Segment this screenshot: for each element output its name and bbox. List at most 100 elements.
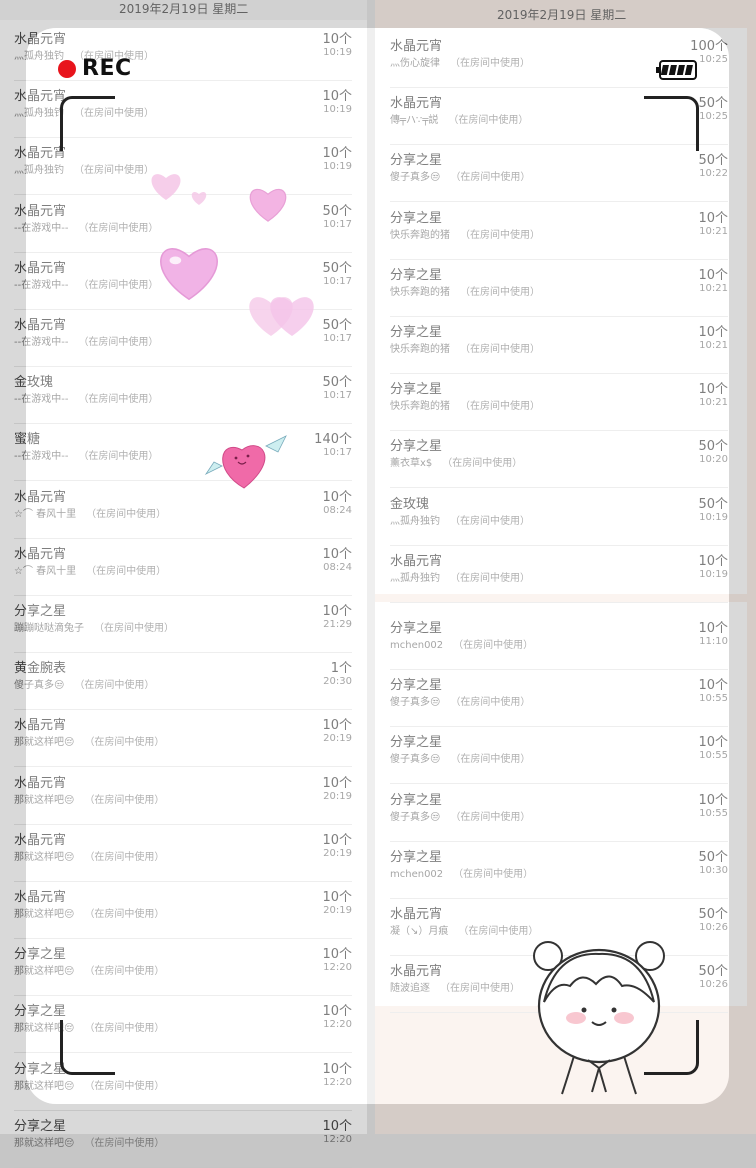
- list-item[interactable]: 分享之星 那就这样吧😔 （在房间中使用） 10个 12:20: [14, 939, 352, 997]
- gift-name: 水晶元宵: [14, 546, 67, 562]
- sender-name: 傻子真多😒: [390, 697, 441, 709]
- sender-name: 灬伤心旋律: [390, 58, 440, 69]
- list-item[interactable]: 分享之星 快乐奔跑的猪 （在房间中使用） 10个 10:21: [390, 317, 728, 374]
- gift-time: 10:26: [699, 922, 728, 933]
- list-item[interactable]: 分享之星 蹦蹦哒哒滴兔子 （在房间中使用） 10个 21:29: [14, 596, 352, 653]
- gift-amount: 100个: [690, 39, 728, 54]
- gift-time: 10:25: [699, 54, 728, 65]
- sender-name: --在游戏中--: [14, 451, 69, 463]
- heart-sticker-icon: [249, 188, 287, 222]
- gift-amount: 50个: [322, 260, 352, 276]
- usage-note: （在房间中使用）: [78, 279, 159, 291]
- gift-amount: 10个: [698, 267, 728, 283]
- sender-info: 那就这样吧😔 （在房间中使用）: [14, 848, 164, 863]
- list-item[interactable]: 水晶元宵 那就这样吧😔 （在房间中使用） 10个 20:19: [14, 768, 352, 825]
- sender-name: 那就这样吧😔: [14, 1137, 75, 1149]
- sender-name: --在游戏中--: [14, 337, 69, 348]
- list-item[interactable]: 分享之星 那就这样吧😔 （在房间中使用） 10个 12:20: [14, 1111, 352, 1168]
- list-item[interactable]: 黄金腕表 傻子真多😒 （在房间中使用） 1个 20:30: [14, 653, 352, 711]
- winged-heart-icon: [204, 435, 287, 489]
- battery-icon: [656, 60, 697, 80]
- sender-name: --在游戏中--: [14, 279, 69, 291]
- gift-time: 20:19: [323, 905, 352, 916]
- list-item[interactable]: 分享之星 mchen002 （在房间中使用） 10个 11:10: [390, 613, 728, 670]
- gift-time: 10:17: [323, 447, 352, 459]
- usage-note: （在房间中使用）: [460, 286, 540, 298]
- usage-note: （在房间中使用）: [78, 394, 159, 406]
- gift-name: 分享之星: [14, 1004, 67, 1020]
- sender-name: 那就这样吧😔: [14, 966, 75, 978]
- left-date-header: 2019年2月19日 星期二: [119, 2, 249, 16]
- sender-info: 傻子真多😒 （在房间中使用）: [390, 168, 530, 183]
- gift-name: 水晶元宵: [14, 89, 67, 105]
- sender-info: 那就这样吧😔 （在房间中使用）: [14, 733, 164, 748]
- list-item[interactable]: 分享之星 快乐奔跑的猪 （在房间中使用） 10个 10:21: [390, 203, 728, 260]
- usage-note: （在房间中使用）: [74, 680, 155, 692]
- sender-name: --在游戏中--: [14, 394, 69, 406]
- girl-sticker-icon: [533, 941, 665, 1095]
- gift-name: 分享之星: [390, 439, 443, 455]
- usage-note: （在房间中使用）: [440, 983, 520, 995]
- sender-name: 那就这样吧😔: [14, 794, 75, 806]
- gift-amount: 10个: [322, 1004, 352, 1020]
- list-item[interactable]: 水晶元宵 那就这样吧😔 （在房间中使用） 10个 20:19: [14, 710, 352, 768]
- gift-amount: 50个: [322, 375, 352, 391]
- gift-amount: 10个: [322, 604, 352, 619]
- record-dot-icon: [58, 59, 76, 78]
- sender-info: 灬孤舟独钓 （在房间中使用）: [390, 569, 530, 584]
- usage-note: （在房间中使用）: [442, 458, 523, 470]
- heart-sticker-icon: [191, 192, 207, 205]
- list-item[interactable]: 水晶元宵 那就这样吧😔 （在房间中使用） 10个 20:19: [14, 882, 352, 939]
- list-item[interactable]: 分享之星 快乐奔跑的猪 （在房间中使用） 10个 10:21: [390, 260, 728, 317]
- list-item[interactable]: 金玫瑰 --在游戏中-- （在房间中使用） 50个 10:17: [14, 367, 352, 425]
- list-item[interactable]: 分享之星 薰衣草x$ （在房间中使用） 50个 10:20: [390, 431, 728, 489]
- usage-note: （在房间中使用）: [453, 640, 534, 651]
- list-item[interactable]: 分享之星 快乐奔跑的猪 （在房间中使用） 10个 10:21: [390, 374, 728, 432]
- gift-amount: 50个: [698, 153, 728, 169]
- gift-amount: 10个: [698, 678, 728, 694]
- sender-info: 灬孤舟独钓 （在房间中使用）: [14, 161, 154, 176]
- gift-name: 水晶元宵: [14, 890, 67, 905]
- sender-info: --在游戏中-- （在房间中使用）: [14, 219, 158, 234]
- list-item[interactable]: 分享之星 傻子真多😒 （在房间中使用） 50个 10:22: [390, 145, 728, 203]
- gift-amount: 10个: [322, 775, 352, 791]
- list-item[interactable]: 水晶元宵 ☆⌒ 春风十里 （在房间中使用） 10个 08:24: [14, 539, 352, 596]
- gift-name: 水晶元宵: [14, 146, 67, 162]
- list-item[interactable]: 分享之星 傻子真多😒 （在房间中使用） 10个 10:55: [390, 670, 728, 728]
- sender-name: 蹦蹦哒哒滴兔子: [14, 623, 84, 634]
- gift-amount: 10个: [322, 718, 352, 734]
- gift-time: 12:20: [323, 962, 352, 974]
- gift-name: 水晶元宵: [14, 832, 67, 848]
- usage-note: （在房间中使用）: [450, 697, 531, 709]
- sender-info: 薰衣草x$ （在房间中使用）: [390, 454, 522, 469]
- gift-name: 水晶元宵: [14, 489, 67, 505]
- list-item[interactable]: 水晶元宵 ☆⌒ 春风十里 （在房间中使用） 10个 08:24: [14, 482, 352, 539]
- usage-note: （在房间中使用）: [460, 401, 540, 413]
- gift-name: 水晶元宵: [390, 553, 443, 569]
- gift-amount: 50个: [698, 496, 728, 512]
- right-date-header: 2019年2月19日 星期二: [497, 8, 627, 22]
- sender-name: 傳╤ハ∵╤説: [390, 115, 439, 127]
- gift-name: 分享之星: [390, 678, 443, 694]
- frame-corner-bottom-left: [60, 1020, 115, 1075]
- gift-time: 20:19: [323, 790, 352, 802]
- usage-note: （在房间中使用）: [84, 966, 165, 978]
- sender-name: 那就这样吧😔: [14, 851, 75, 863]
- gift-name: 分享之星: [390, 735, 443, 751]
- gift-time: 10:25: [699, 111, 728, 123]
- list-item[interactable]: 分享之星 mchen002 （在房间中使用） 50个 10:30: [390, 842, 728, 899]
- sender-info: 那就这样吧😔 （在房间中使用）: [14, 1077, 164, 1092]
- sender-info: 快乐奔跑的猪 （在房间中使用）: [390, 340, 540, 355]
- gift-name: 分享之星: [390, 382, 443, 398]
- list-item[interactable]: 水晶元宵 灬孤舟独钓 （在房间中使用） 10个 10:19: [390, 546, 728, 603]
- list-item[interactable]: 分享之星 傻子真多😒 （在房间中使用） 10个 10:55: [390, 785, 728, 842]
- usage-note: （在房间中使用）: [450, 754, 531, 766]
- list-item[interactable]: 蜜糖 --在游戏中-- （在房间中使用） 140个 10:17: [14, 424, 352, 482]
- sender-name: 傻子真多😒: [390, 172, 441, 184]
- frame-corner-top-left: [60, 96, 115, 151]
- list-item[interactable]: 水晶元宵 那就这样吧😔 （在房间中使用） 10个 20:19: [14, 825, 352, 882]
- sender-name: 快乐奔跑的猪: [390, 344, 450, 355]
- gift-name: 水晶元宵: [14, 718, 67, 734]
- list-item[interactable]: 金玫瑰 灬孤舟独钓 （在房间中使用） 50个 10:19: [390, 489, 728, 546]
- list-item[interactable]: 分享之星 傻子真多😒 （在房间中使用） 10个 10:55: [390, 727, 728, 785]
